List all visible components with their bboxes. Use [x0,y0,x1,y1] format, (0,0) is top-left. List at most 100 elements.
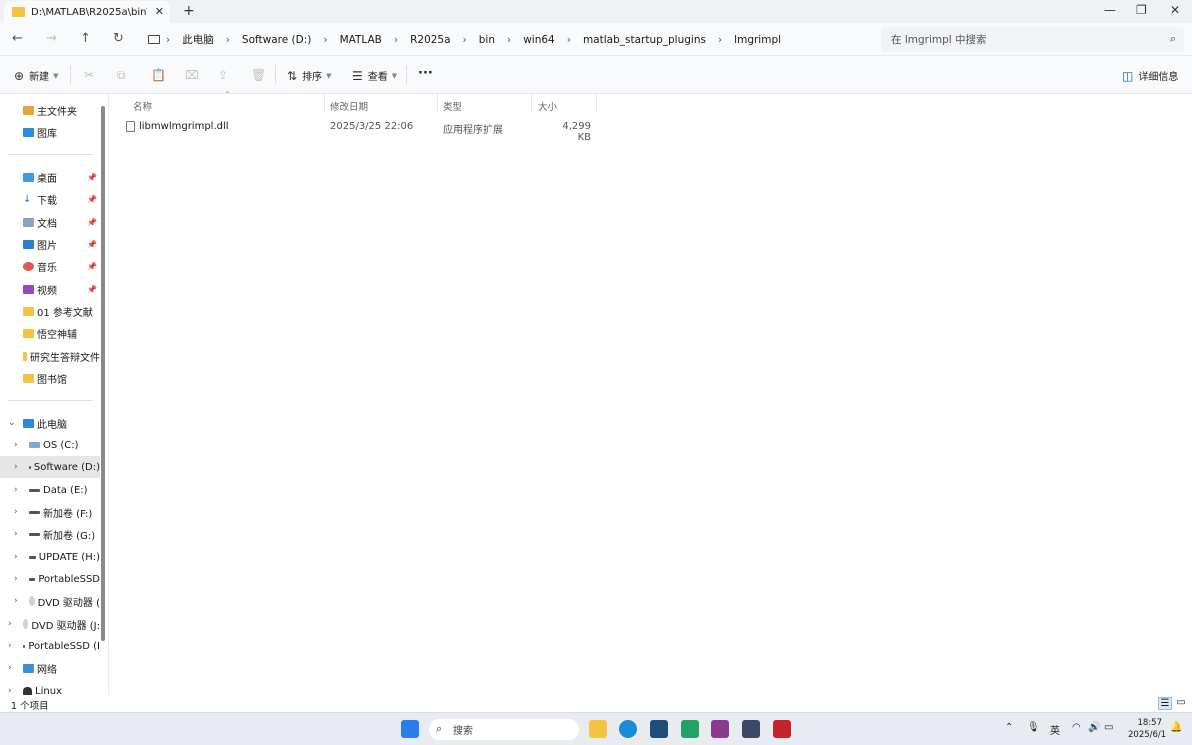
column-separator[interactable] [531,94,532,112]
large-icons-view-icon[interactable]: ▭ [1174,697,1188,710]
details-pane-button[interactable]: ◫ 详细信息 [1122,68,1178,84]
minimize-button[interactable]: — [1104,3,1116,17]
details-view-icon[interactable]: ☰ [1158,697,1172,710]
more-button[interactable]: ··· [418,66,433,81]
file-explorer-icon[interactable] [589,720,607,738]
close-window-button[interactable]: ✕ [1170,3,1180,17]
chevron-right-icon[interactable]: › [507,34,511,46]
refresh-button[interactable]: ↻ [113,31,124,46]
chevron-right-icon[interactable]: › [8,619,12,629]
windows-start-icon[interactable] [401,720,419,738]
column-header-modified[interactable]: 修改日期 [330,99,368,113]
chevron-right-icon[interactable]: › [14,485,18,495]
chevron-right-icon[interactable]: › [394,34,398,46]
chevron-right-icon[interactable]: › [14,596,18,606]
pin-icon[interactable]: 📌 [87,240,97,249]
breadcrumb-win64[interactable]: win64 [523,34,555,46]
rename-icon[interactable]: ⌧ [185,68,199,82]
file-name[interactable]: libmwlmgrimpl.dll [139,121,229,132]
sidebar-item-folder-references[interactable]: 01 参考文献 [0,300,100,322]
sidebar-item-folder-library[interactable]: 图书馆 [0,367,100,389]
app-icon[interactable] [742,720,760,738]
breadcrumb-this-pc[interactable]: 此电脑 [182,32,214,47]
sidebar-item-drive-d[interactable]: › Software (D:) [0,456,100,478]
microphone-icon[interactable]: 🎙 [1027,722,1040,733]
app-window-icon[interactable] [650,720,668,738]
paste-icon[interactable]: 📋 [151,68,166,82]
sidebar-item-portable-2[interactable]: › PortableSSD (I [0,635,100,657]
column-separator[interactable] [596,94,597,112]
recorder-icon[interactable] [773,720,791,738]
sidebar-item-downloads[interactable]: ↓ 下载 📌 [0,188,100,210]
sidebar-scrollbar[interactable] [101,106,105,641]
tab-current-folder[interactable]: D:\MATLAB\R2025a\bin\wir ✕ [4,1,170,23]
breadcrumb-bin[interactable]: bin [479,34,495,46]
pycharm-icon[interactable] [681,720,699,738]
chevron-right-icon[interactable]: › [14,440,18,450]
sidebar-item-home[interactable]: 主文件夹 [0,99,100,121]
column-header-type[interactable]: 类型 [443,99,462,113]
pin-icon[interactable]: 📌 [87,218,97,227]
sidebar-item-drive-e[interactable]: › Data (E:) [0,479,100,501]
sidebar-item-folder-wukong[interactable]: 悟空神辅 [0,322,100,344]
wifi-icon[interactable]: ◠ [1072,722,1081,733]
up-button[interactable]: ↑ [80,31,91,46]
close-tab-icon[interactable]: ✕ [155,5,164,18]
chevron-right-icon[interactable]: › [14,529,18,539]
maximize-button[interactable]: ❐ [1136,3,1147,17]
back-button[interactable]: ← [12,31,23,46]
view-button[interactable]: ☰ 查看 ▼ [352,68,397,84]
chevron-right-icon[interactable]: › [14,552,18,562]
column-header-name[interactable]: 名称 [133,99,152,113]
sidebar-item-drive-g[interactable]: › 新加卷 (G:) [0,523,100,545]
cut-icon[interactable]: ✂ [84,68,94,82]
chevron-right-icon[interactable]: › [14,507,18,517]
sidebar-item-dvd-1[interactable]: › DVD 驱动器 ( [0,590,100,612]
sidebar-item-linux[interactable]: › Linux [0,680,100,695]
notification-icon[interactable]: 🔔 [1170,722,1182,733]
sidebar-item-network[interactable]: › 网络 [0,657,100,679]
sidebar-item-dvd-2[interactable]: › DVD 驱动器 (J: [0,613,100,635]
taskbar-search[interactable]: ⌕ 搜索 [429,719,579,740]
new-button[interactable]: ⊕ 新建 ▼ [14,68,58,84]
chevron-right-icon[interactable]: › [718,34,722,46]
share-icon[interactable]: ⇪ [218,68,228,82]
search-input[interactable]: 在 lmgrimpl 中搜索 ⌕ [881,27,1184,52]
sidebar-item-folder-defense[interactable]: 研究生答辩文件 [0,345,100,367]
breadcrumb-software-d[interactable]: Software (D:) [242,34,311,46]
chevron-right-icon[interactable]: › [226,34,230,46]
column-separator[interactable] [324,94,325,112]
sidebar-item-documents[interactable]: 文档 📌 [0,211,100,233]
clock[interactable]: 18:57 2025/6/1 [1128,717,1166,741]
volume-icon[interactable]: 🔊 [1088,722,1100,733]
breadcrumb-matlab[interactable]: MATLAB [340,34,382,46]
chevron-right-icon[interactable]: › [14,462,18,472]
breadcrumb-startup-plugins[interactable]: matlab_startup_plugins [583,34,706,46]
chevron-down-icon[interactable]: ⌄ [8,418,16,428]
battery-icon[interactable]: ▭ [1104,722,1113,733]
winrar-icon[interactable] [711,720,729,738]
pin-icon[interactable]: 📌 [87,195,97,204]
pin-icon[interactable]: 📌 [87,173,97,182]
sort-button[interactable]: ⇅ 排序 ▼ [287,68,331,84]
sidebar-item-pictures[interactable]: 图片 📌 [0,233,100,255]
chevron-right-icon[interactable]: › [8,641,12,651]
chevron-right-icon[interactable]: › [567,34,571,46]
new-tab-button[interactable]: + [183,3,195,19]
sidebar-item-this-pc[interactable]: ⌄ 此电脑 [0,412,100,434]
pin-icon[interactable]: 📌 [87,262,97,271]
chevron-right-icon[interactable]: › [323,34,327,46]
delete-icon[interactable]: 🗑 [251,68,266,82]
breadcrumb-lmgrimpl[interactable]: lmgrimpl [734,34,781,46]
chevron-right-icon[interactable]: › [463,34,467,46]
forward-button[interactable]: → [46,31,57,46]
sidebar-item-drive-portable[interactable]: › PortableSSD [0,568,100,590]
column-header-size[interactable]: 大小 [538,99,557,113]
sidebar-item-drive-c[interactable]: › OS (C:) [0,434,100,456]
breadcrumb-r2025a[interactable]: R2025a [410,34,450,46]
copy-icon[interactable]: ⧉ [117,68,126,83]
chevron-up-icon[interactable]: ⌃ [1005,722,1013,733]
breadcrumb[interactable]: › 此电脑 › Software (D:) › MATLAB › R2025a … [148,32,783,47]
sidebar-item-videos[interactable]: 视频 📌 [0,278,100,300]
sidebar-item-music[interactable]: 音乐 📌 [0,255,100,277]
